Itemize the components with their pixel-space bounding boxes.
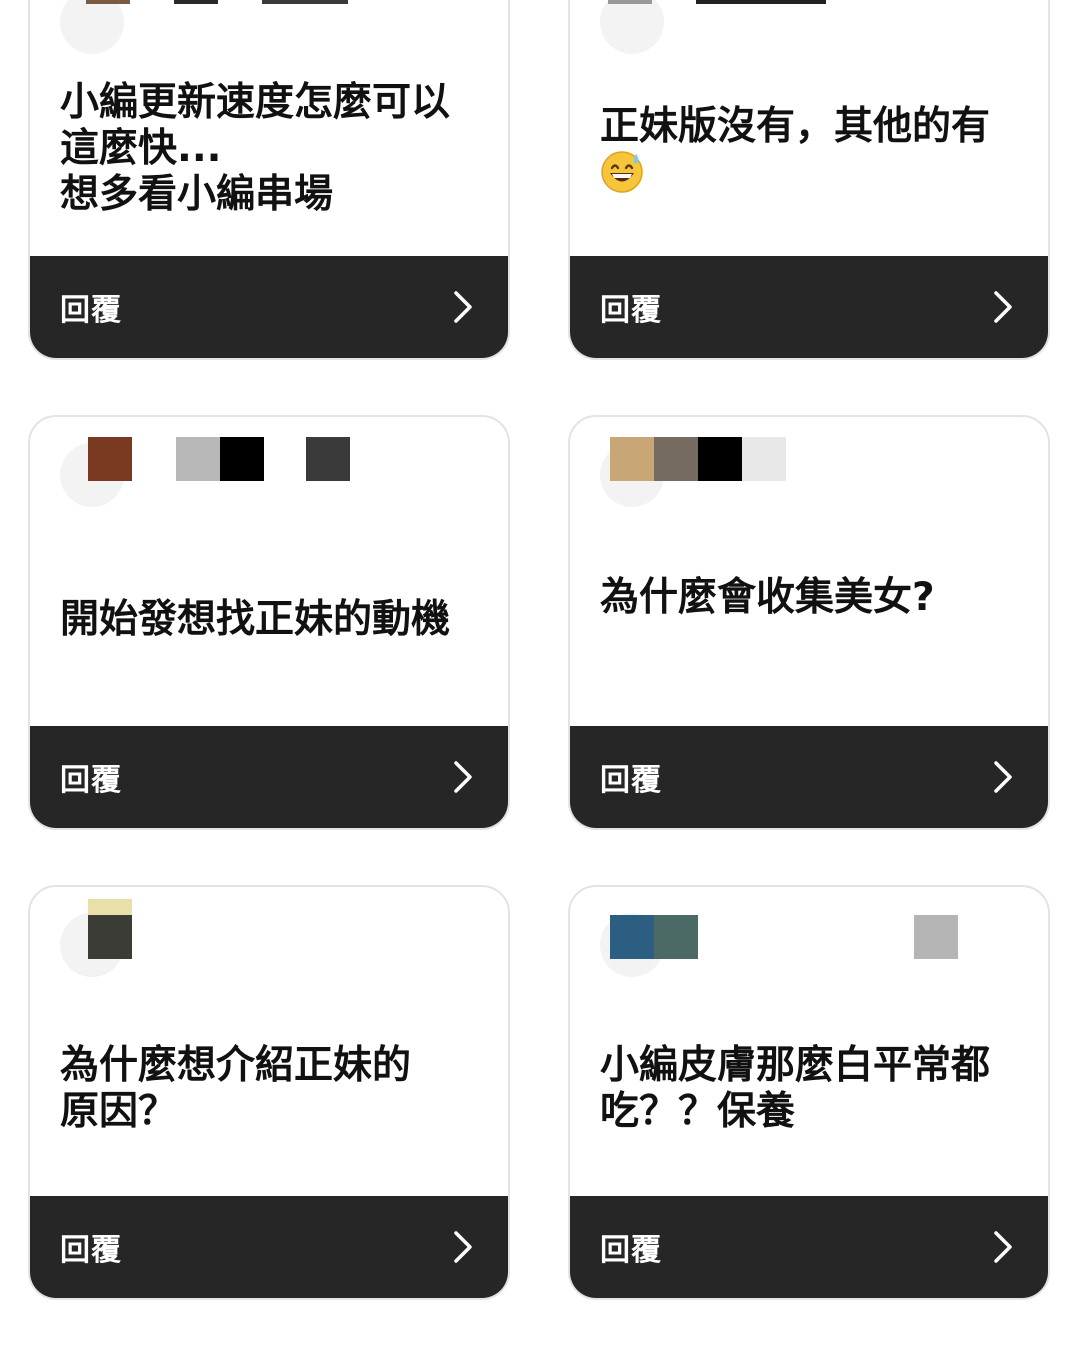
chevron-right-icon bbox=[454, 1231, 472, 1263]
redacted-block bbox=[88, 437, 132, 481]
reply-label: 回覆 bbox=[60, 1233, 122, 1268]
asker-info bbox=[570, 0, 1048, 62]
redacted-block bbox=[176, 437, 220, 481]
grinning-face-with-sweat-icon bbox=[601, 151, 643, 193]
redacted-block bbox=[262, 0, 348, 4]
asker-info bbox=[570, 435, 1048, 515]
redacted-block bbox=[610, 437, 654, 481]
redacted-block bbox=[610, 915, 654, 959]
chevron-right-icon bbox=[994, 291, 1012, 323]
reply-label: 回覆 bbox=[60, 763, 122, 798]
reply-label: 回覆 bbox=[600, 1233, 662, 1268]
question-card: 為什麼想介紹正妹的 原因？ 回覆 bbox=[28, 885, 510, 1300]
question-card: 小編更新速度怎麼可以 這麼快... 想多看小編串場 回覆 bbox=[28, 0, 510, 360]
question-card: 開始發想找正妹的動機 回覆 bbox=[28, 415, 510, 830]
chevron-right-icon bbox=[454, 761, 472, 793]
question-text: 為什麼想介紹正妹的 原因？ bbox=[60, 1043, 412, 1134]
avatar bbox=[60, 0, 124, 54]
redacted-block bbox=[174, 0, 218, 4]
chevron-right-icon bbox=[454, 291, 472, 323]
chevron-right-icon bbox=[994, 1231, 1012, 1263]
question-card: 為什麼會收集美女? 回覆 bbox=[568, 415, 1050, 830]
reply-label: 回覆 bbox=[60, 293, 122, 328]
reply-button[interactable]: 回覆 bbox=[570, 256, 1048, 358]
redacted-block bbox=[696, 0, 826, 4]
reply-button[interactable]: 回覆 bbox=[30, 256, 508, 358]
redacted-block bbox=[654, 437, 698, 481]
reply-label: 回覆 bbox=[600, 763, 662, 798]
question-text: 正妹版沒有，其他的有 bbox=[600, 104, 1008, 199]
question-text: 開始發想找正妹的動機 bbox=[60, 597, 451, 642]
redacted-block bbox=[698, 437, 742, 481]
redacted-block bbox=[220, 437, 264, 481]
reply-button[interactable]: 回覆 bbox=[570, 726, 1048, 828]
redacted-block bbox=[88, 899, 132, 915]
question-text: 小編皮膚那麼白平常都 吃？？保養 bbox=[600, 1043, 991, 1134]
asker-info bbox=[570, 905, 1048, 985]
question-text: 為什麼會收集美女? bbox=[600, 575, 935, 620]
asker-info bbox=[30, 435, 508, 515]
redacted-block bbox=[306, 437, 350, 481]
redacted-block bbox=[88, 915, 132, 959]
question-text-body: 正妹版沒有，其他的有 bbox=[600, 104, 991, 149]
reply-label: 回覆 bbox=[600, 293, 662, 328]
asker-info bbox=[30, 0, 508, 62]
reply-button[interactable]: 回覆 bbox=[30, 1196, 508, 1298]
chevron-right-icon bbox=[994, 761, 1012, 793]
question-text: 小編更新速度怎麼可以 這麼快... 想多看小編串場 bbox=[60, 80, 451, 217]
redacted-block bbox=[654, 915, 698, 959]
asker-info bbox=[30, 899, 508, 985]
question-card: 正妹版沒有，其他的有 回覆 bbox=[568, 0, 1050, 360]
redacted-block bbox=[742, 437, 786, 481]
redacted-block bbox=[914, 915, 958, 959]
question-card: 小編皮膚那麼白平常都 吃？？保養 回覆 bbox=[568, 885, 1050, 1300]
reply-button[interactable]: 回覆 bbox=[30, 726, 508, 828]
redacted-block bbox=[608, 0, 652, 4]
avatar bbox=[600, 0, 664, 54]
redacted-block bbox=[86, 0, 130, 4]
reply-button[interactable]: 回覆 bbox=[570, 1196, 1048, 1298]
